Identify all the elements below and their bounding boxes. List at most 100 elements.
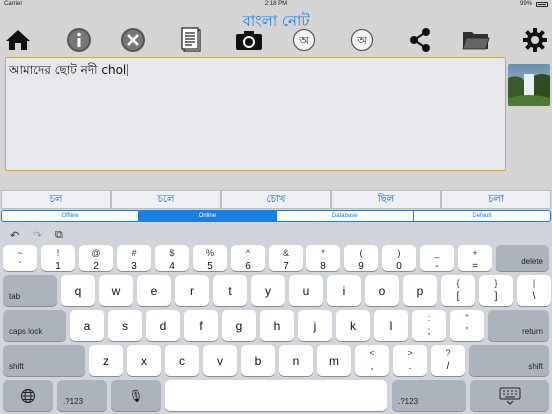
key-char: p <box>416 283 424 298</box>
suggestion-3[interactable]: চোখ <box>221 190 331 209</box>
suggestion-2[interactable]: চলে <box>111 190 221 209</box>
key-7[interactable]: & 7 <box>269 245 303 272</box>
key-char: 8 <box>320 261 326 272</box>
key-s[interactable]: s <box>108 310 142 341</box>
key-k[interactable]: k <box>336 310 370 341</box>
key-shift-char: * <box>321 248 325 258</box>
suggestion-1[interactable]: চল <box>1 190 111 209</box>
segment-offline[interactable]: Offline <box>2 211 140 221</box>
key-5[interactable]: % 5 <box>193 245 227 272</box>
key-\[interactable]: | \ <box>517 275 551 306</box>
note-editor[interactable]: আমাদের ছোট নদী chol <box>5 57 506 171</box>
bangla-a-icon[interactable]: অ <box>290 26 318 54</box>
key-3[interactable]: #3 <box>117 245 151 272</box>
tab-key[interactable]: tab <box>3 275 57 306</box>
key-char: ; <box>427 326 431 337</box>
key-sym-1[interactable]: " ' <box>450 310 484 341</box>
camera-icon[interactable] <box>235 26 263 54</box>
key-w[interactable]: w <box>99 275 133 306</box>
key-x[interactable]: x <box>127 345 161 376</box>
key-u[interactable]: u <box>289 275 323 306</box>
gear-icon[interactable] <box>521 26 549 54</box>
shift-right-key[interactable]: shift <box>469 345 549 376</box>
key-f[interactable]: f <box>184 310 218 341</box>
microphone-icon[interactable]: 🎙 <box>111 380 161 411</box>
suggestion-4[interactable]: ছিল <box>331 190 441 209</box>
suggestion-5[interactable]: চলা <box>441 190 551 209</box>
key-a[interactable]: a <box>70 310 104 341</box>
numbers-key-left[interactable]: .?123 <box>57 380 107 411</box>
key-[[interactable]: {[ <box>441 275 475 306</box>
return-key[interactable]: return <box>488 310 549 341</box>
key-sym4-2[interactable]: ? / <box>431 345 465 376</box>
key-`[interactable]: ~ ` <box>3 245 37 272</box>
key-n[interactable]: n <box>279 345 313 376</box>
key-][interactable]: }] <box>479 275 513 306</box>
key-i[interactable]: i <box>327 275 361 306</box>
key-9[interactable]: (9 <box>344 245 378 272</box>
key-c[interactable]: c <box>165 345 199 376</box>
key-0[interactable]: ) 0 <box>382 245 416 272</box>
key-char: g <box>235 318 243 333</box>
key-l[interactable]: l <box>374 310 408 341</box>
key-m[interactable]: m <box>317 345 351 376</box>
segment-online[interactable]: Online <box>139 211 277 221</box>
key-b[interactable]: b <box>241 345 275 376</box>
key--[interactable]: _ - <box>420 245 454 272</box>
info-icon[interactable] <box>65 26 93 54</box>
segment-default[interactable]: Default <box>414 211 550 221</box>
caps-lock-key[interactable]: caps lock <box>3 310 66 341</box>
attached-image-thumbnail[interactable] <box>508 64 550 106</box>
key-v[interactable]: v <box>203 345 237 376</box>
key-sym4-0[interactable]: <, <box>355 345 389 376</box>
key-char: ] <box>494 291 498 302</box>
key-char: w <box>111 283 121 298</box>
redo-icon[interactable]: ↷ <box>33 229 42 242</box>
close-icon[interactable] <box>119 26 147 54</box>
key-=[interactable]: + = <box>458 245 492 272</box>
home-icon[interactable] <box>4 26 32 54</box>
key-h[interactable]: h <box>260 310 294 341</box>
key-6[interactable]: ^ 6 <box>231 245 265 272</box>
folder-icon[interactable] <box>462 26 490 54</box>
key-q[interactable]: q <box>61 275 95 306</box>
key-r[interactable]: r <box>175 275 209 306</box>
key-label: tab <box>9 292 21 301</box>
key-g[interactable]: g <box>222 310 256 341</box>
delete-key[interactable]: delete <box>496 245 549 271</box>
key-char: d <box>159 318 167 333</box>
status-time: 2:18 PM <box>264 1 288 7</box>
key-p[interactable]: p <box>403 275 437 306</box>
share-icon[interactable] <box>406 26 434 54</box>
key-d[interactable]: d <box>146 310 180 341</box>
key-2[interactable]: @2 <box>79 245 113 272</box>
key-o[interactable]: o <box>365 275 399 306</box>
key-t[interactable]: t <box>213 275 247 306</box>
key-y[interactable]: y <box>251 275 285 306</box>
paste-icon[interactable]: ⧉ <box>55 229 63 242</box>
key-e[interactable]: e <box>137 275 171 306</box>
key-shift-char: ^ <box>245 248 251 258</box>
shift-left-key[interactable]: shift <box>3 345 85 376</box>
bangla-a-alt-icon[interactable]: অ <box>348 26 376 54</box>
segment-database[interactable]: Database <box>277 211 414 221</box>
key-4[interactable]: $4 <box>155 245 189 272</box>
key-8[interactable]: * 8 <box>306 245 340 272</box>
hide-keyboard-icon[interactable] <box>470 380 549 411</box>
key-sym-0[interactable]: :; <box>412 310 446 341</box>
document-icon[interactable] <box>177 26 205 54</box>
key-z[interactable]: z <box>89 345 123 376</box>
numbers-key-right[interactable]: .?123 <box>392 380 466 411</box>
key-char: k <box>350 318 356 333</box>
key-char: 3 <box>131 261 137 272</box>
undo-icon[interactable]: ↶ <box>10 229 19 242</box>
key-char: 2 <box>93 261 99 272</box>
key-sym4-1[interactable]: >. <box>393 345 427 376</box>
key-char: 7 <box>283 261 289 272</box>
space-bar[interactable] <box>165 380 387 411</box>
key-1[interactable]: ! 1 <box>41 245 75 272</box>
key-label: shift <box>9 362 24 371</box>
battery-icon <box>536 2 548 7</box>
globe-key[interactable] <box>3 380 53 411</box>
key-j[interactable]: j <box>298 310 332 341</box>
